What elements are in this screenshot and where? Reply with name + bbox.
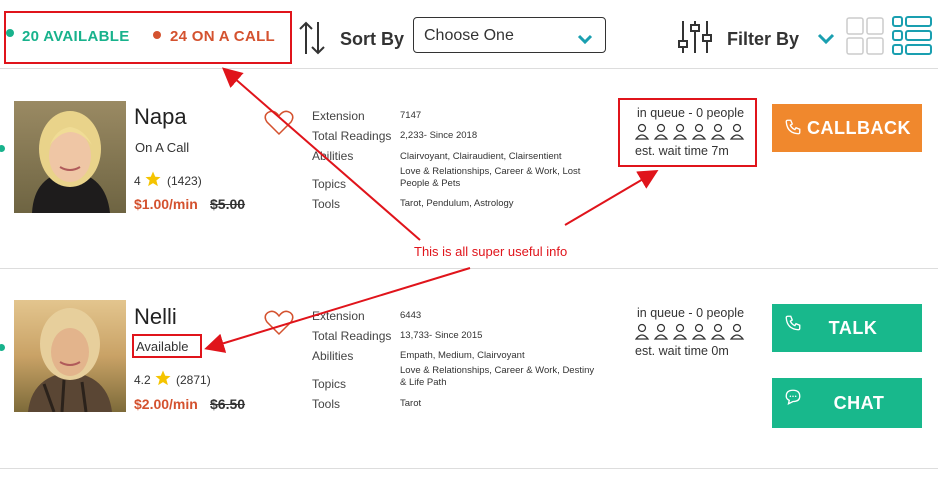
annotation-arrows	[204, 67, 659, 353]
annotation-text: This is all super useful info	[414, 244, 568, 259]
